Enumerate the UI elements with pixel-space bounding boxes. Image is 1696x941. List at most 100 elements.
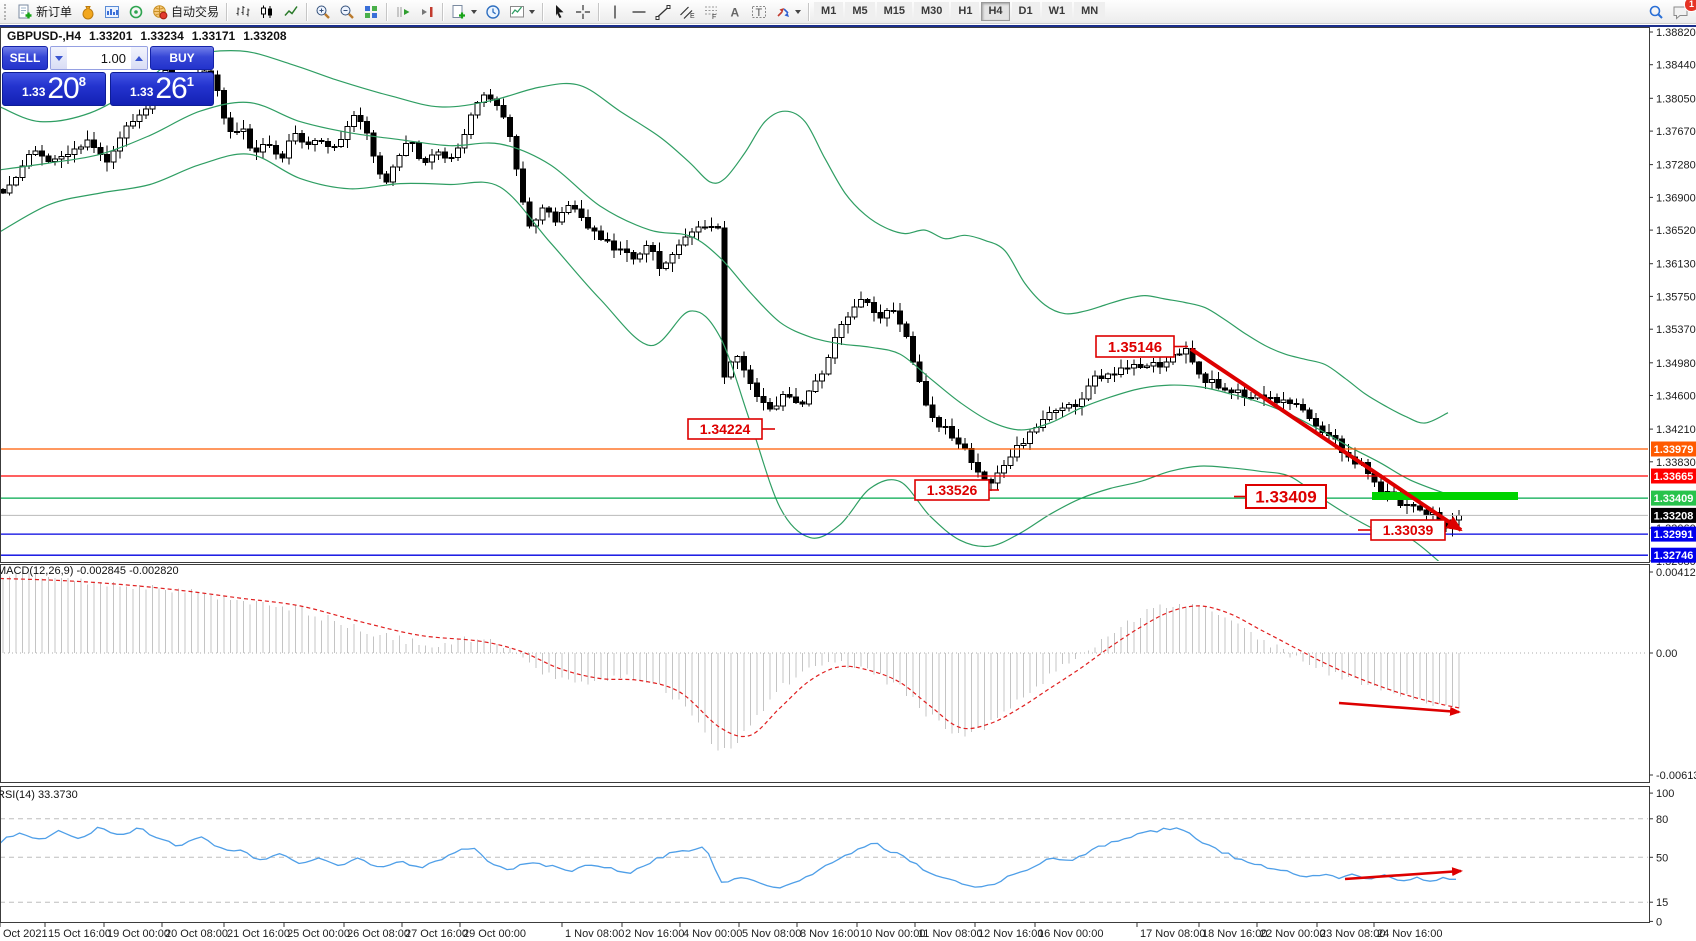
svg-text:2 Nov 16:00: 2 Nov 16:00 [625, 928, 684, 940]
bar-chart-button[interactable] [231, 1, 255, 22]
volume-increase-button[interactable] [131, 47, 147, 69]
timeframe-w1[interactable]: W1 [1042, 2, 1073, 21]
crosshair-button[interactable] [571, 1, 595, 22]
timeframe-mn[interactable]: MN [1074, 2, 1105, 21]
dropdown-caret-icon [795, 10, 801, 14]
mt4-window: 新订单 自动交易 [0, 0, 1696, 941]
svg-text:15 Oct 16:00: 15 Oct 16:00 [48, 928, 111, 940]
svg-text:T: T [756, 7, 763, 19]
volume-decrease-button[interactable] [51, 47, 67, 69]
svg-text:1.38050: 1.38050 [1656, 93, 1696, 105]
svg-text:1.36520: 1.36520 [1656, 225, 1696, 237]
notification-badge: 1 [1684, 0, 1696, 12]
toolbar-separator [386, 3, 388, 21]
svg-text:27 Oct 16:00: 27 Oct 16:00 [405, 928, 468, 940]
cursor-button[interactable] [547, 1, 571, 22]
svg-text:1.33039: 1.33039 [1383, 522, 1434, 538]
svg-text:1.32746: 1.32746 [1654, 550, 1694, 562]
timeframe-d1[interactable]: D1 [1012, 2, 1040, 21]
chart-shift-button[interactable] [415, 1, 439, 22]
svg-text:E: E [690, 13, 695, 20]
macd-axis[interactable]: 0.0041280.00-0.006132 [1649, 567, 1696, 782]
arrows-button[interactable] [771, 1, 805, 22]
buy-button[interactable]: BUY [150, 46, 214, 70]
buy-price-panel[interactable]: 1.33 26 1 [110, 72, 214, 106]
symbol-period: GBPUSD-,H4 [7, 29, 81, 43]
svg-text:1.35146: 1.35146 [1108, 339, 1162, 356]
tile-windows-button[interactable] [359, 1, 383, 22]
down-arrow-icon [55, 56, 63, 61]
timeframe-m1[interactable]: M1 [814, 2, 843, 21]
sell-price-pip: 8 [79, 74, 86, 89]
svg-text:80: 80 [1656, 814, 1668, 826]
svg-text:29 Oct 00:00: 29 Oct 00:00 [463, 928, 526, 940]
quote-high: 1.33234 [140, 29, 183, 43]
channel-button[interactable]: E [675, 1, 699, 22]
zoom-in-button[interactable] [311, 1, 335, 22]
search-button[interactable] [1644, 1, 1668, 22]
svg-text:1.38820: 1.38820 [1656, 27, 1696, 39]
svg-text:8 Nov 16:00: 8 Nov 16:00 [800, 928, 859, 940]
svg-text:1.33665: 1.33665 [1654, 471, 1694, 483]
svg-text:50: 50 [1656, 852, 1668, 864]
new-order-dropdown-button[interactable] [447, 1, 481, 22]
svg-text:5 Nov 08:00: 5 Nov 08:00 [742, 928, 801, 940]
line-chart-button[interactable] [279, 1, 303, 22]
timeframe-m5[interactable]: M5 [845, 2, 874, 21]
price-axis[interactable]: 1.388201.384401.380501.376701.372801.369… [1649, 27, 1696, 568]
money-bag-icon [80, 4, 96, 20]
rsi-axis[interactable]: 1008050150 [1649, 788, 1674, 928]
svg-text:20 Oct 08:00: 20 Oct 08:00 [165, 928, 228, 940]
candlestick-chart-button[interactable] [255, 1, 279, 22]
chat-button[interactable]: 1 [1668, 1, 1694, 22]
toolbar-grip[interactable] [4, 4, 9, 20]
new-order-icon [17, 4, 33, 20]
volume-input[interactable]: 1.00 [67, 47, 131, 69]
time-axis[interactable]: Oct 202115 Oct 16:0019 Oct 00:0020 Oct 0… [0, 922, 1442, 940]
new-order-button[interactable]: 新订单 [13, 1, 76, 22]
timeframe-h1[interactable]: H1 [951, 2, 979, 21]
svg-text:1.37670: 1.37670 [1656, 126, 1696, 138]
zoom-out-button[interactable] [335, 1, 359, 22]
sell-button[interactable]: SELL [2, 46, 48, 70]
dropdown-caret-icon [529, 10, 535, 14]
globe-icon [152, 4, 168, 20]
svg-text:16 Nov 00:00: 16 Nov 00:00 [1038, 928, 1103, 940]
time-periods-button[interactable] [481, 1, 505, 22]
text-label-icon: T [751, 4, 767, 20]
signals-button[interactable] [124, 1, 148, 22]
svg-text:1.33526: 1.33526 [927, 482, 978, 498]
autotrading-button[interactable]: 自动交易 [148, 1, 223, 22]
trendline-button[interactable] [651, 1, 675, 22]
chart-template-icon [509, 4, 525, 20]
buy-price-big: 26 [155, 75, 186, 103]
search-icon [1648, 4, 1664, 20]
svg-text:1.34210: 1.34210 [1656, 424, 1696, 436]
svg-text:1.38440: 1.38440 [1656, 60, 1696, 72]
svg-text:4 Nov 00:00: 4 Nov 00:00 [683, 928, 742, 940]
market-watch-button[interactable] [100, 1, 124, 22]
svg-text:1.33208: 1.33208 [1654, 510, 1694, 522]
timeframe-m30[interactable]: M30 [914, 2, 949, 21]
horizontal-line-button[interactable] [627, 1, 651, 22]
macd-label: MACD(12,26,9) -0.002845 -0.002820 [0, 565, 179, 577]
svg-text:1 Nov 08:00: 1 Nov 08:00 [565, 928, 624, 940]
svg-text:24 Nov 16:00: 24 Nov 16:00 [1377, 928, 1442, 940]
community-button[interactable] [76, 1, 100, 22]
svg-text:1.32991: 1.32991 [1654, 529, 1694, 541]
svg-text:1.37280: 1.37280 [1656, 160, 1696, 172]
timeframe-m15[interactable]: M15 [877, 2, 912, 21]
chart-template-button[interactable] [505, 1, 539, 22]
fibonacci-button[interactable]: F [699, 1, 723, 22]
svg-text:25 Oct 00:00: 25 Oct 00:00 [287, 928, 350, 940]
vertical-line-button[interactable] [603, 1, 627, 22]
chart-canvas[interactable]: 1.351461.342241.335261.334091.330391.388… [0, 0, 1696, 941]
svg-text:23 Nov 08:00: 23 Nov 08:00 [1320, 928, 1385, 940]
line-chart-icon [283, 4, 299, 20]
toolbar-separator [306, 3, 308, 21]
auto-scroll-button[interactable] [391, 1, 415, 22]
text-button[interactable]: A [723, 1, 747, 22]
text-label-button[interactable]: T [747, 1, 771, 22]
timeframe-h4[interactable]: H4 [981, 2, 1009, 21]
sell-price-panel[interactable]: 1.33 20 8 [2, 72, 106, 106]
